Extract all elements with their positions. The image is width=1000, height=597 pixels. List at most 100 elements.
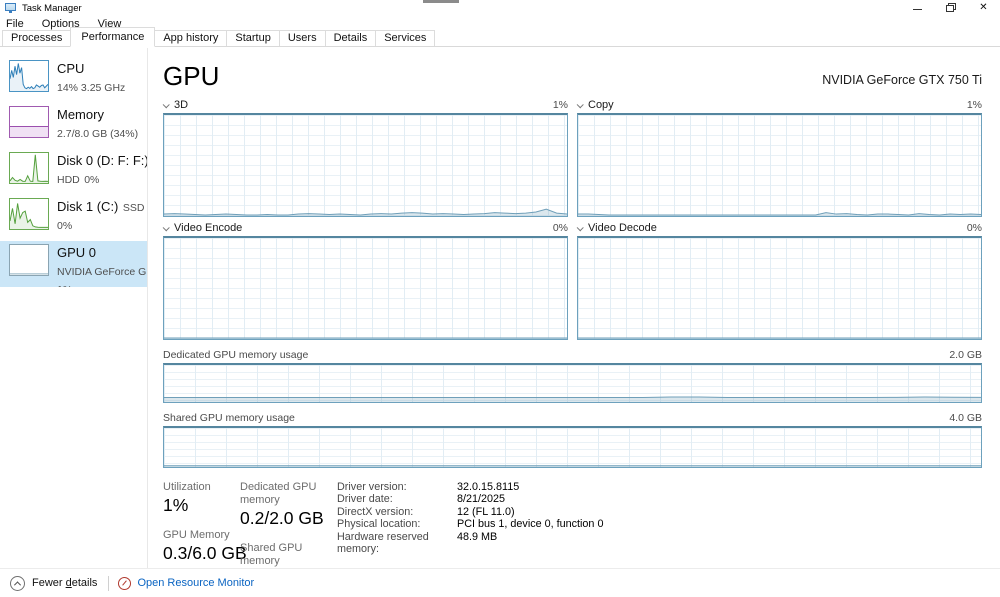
physical-location-value: PCI bus 1, device 0, function 0 xyxy=(457,518,604,531)
sidebar-item-disk1[interactable]: Disk 1 (C:) SSD 0% xyxy=(0,195,147,241)
chart-block-video-decode: Video Decode 0% xyxy=(576,221,982,340)
utilization-value: 1% xyxy=(163,495,189,515)
dedicated-gpu-memory-label: Dedicated GPU memory xyxy=(240,481,317,506)
minimize-icon xyxy=(913,9,922,10)
sidebar-cpu-stats: 14% 3.25 GHz xyxy=(57,82,126,94)
driver-version-value: 32.0.15.8115 xyxy=(457,481,520,493)
sidebar-disk0-type: HDD xyxy=(57,174,80,186)
shared-memory-section: Shared GPU memory usage 4.0 GB xyxy=(163,411,982,468)
shared-memory-label: Shared GPU memory usage xyxy=(163,411,295,424)
sidebar-disk1-name: Disk 1 (C:) xyxy=(57,199,119,214)
info-row: Driver date: 8/21/2025 xyxy=(337,493,603,505)
gpu-video-encode-graph xyxy=(163,236,568,340)
chart-video-decode-label: Video Decode xyxy=(588,222,657,234)
gpu-memory-value: 0.3/6.0 GB xyxy=(163,543,247,563)
content-area: CPU 14% 3.25 GHz Memory 2.7/8.0 GB (34%) xyxy=(0,48,1000,589)
window-title: Task Manager xyxy=(22,3,82,14)
resource-monitor-icon xyxy=(118,576,132,590)
hardware-reserved-memory-label: Hardware reserved memory: xyxy=(337,530,429,556)
chart-copy-percent: 1% xyxy=(966,99,982,111)
chevron-down-icon[interactable] xyxy=(162,223,170,231)
shared-gpu-memory-label: Shared GPU memory xyxy=(240,542,303,567)
chevron-down-icon[interactable] xyxy=(576,100,584,108)
tab-processes[interactable]: Processes xyxy=(2,30,72,46)
gpu-video-decode-graph xyxy=(577,236,982,340)
sidebar-disk1-usage: 0% xyxy=(57,220,73,232)
fewer-details-icon[interactable] xyxy=(10,575,25,591)
sidebar-disk0-name: Disk 0 (D: F: F:) xyxy=(57,153,147,168)
info-row: Hardware reserved memory: 48.9 MB xyxy=(337,531,603,556)
dedicated-memory-label: Dedicated GPU memory usage xyxy=(163,348,309,361)
footer-separator xyxy=(108,575,110,591)
gpu-memory-label: GPU Memory xyxy=(163,529,230,541)
disk1-thumbnail-chart xyxy=(9,198,49,230)
tab-performance[interactable]: Performance xyxy=(70,27,156,47)
sidebar-memory-stats: 2.7/8.0 GB (34%) xyxy=(57,128,139,140)
open-resource-monitor-link[interactable]: Open Resource Monitor xyxy=(137,577,254,589)
driver-date-label: Driver date: xyxy=(337,493,393,506)
hardware-reserved-memory-value: 48.9 MB xyxy=(457,530,498,543)
gpu-detail-panel: GPU NVIDIA GeForce GTX 750 Ti 3D 1% Copy… xyxy=(148,48,1000,589)
tab-details[interactable]: Details xyxy=(324,30,377,46)
chevron-up-icon xyxy=(13,580,22,588)
shared-memory-graph xyxy=(163,426,982,468)
sidebar-item-gpu0[interactable]: GPU 0 NVIDIA GeForce G... 1% xyxy=(0,241,147,287)
chart-video-encode-label: Video Encode xyxy=(174,222,243,234)
gpu0-thumbnail-chart xyxy=(9,244,49,276)
tab-services[interactable]: Services xyxy=(375,30,436,46)
close-icon: ✕ xyxy=(979,1,988,13)
sidebar-item-cpu[interactable]: CPU 14% 3.25 GHz xyxy=(0,57,147,103)
info-row: DirectX version: 12 (FL 11.0) xyxy=(337,506,603,518)
fewer-details-button[interactable]: Fewer details xyxy=(32,577,97,589)
footer-bar: Fewer details Open Resource Monitor xyxy=(0,568,1000,597)
sidebar-cpu-name: CPU xyxy=(57,61,85,76)
directx-version-label: DirectX version: xyxy=(337,505,414,518)
sidebar-gpu0-model: NVIDIA GeForce G... xyxy=(57,266,147,278)
tab-users[interactable]: Users xyxy=(278,30,326,46)
tab-bar: Processes Performance App history Startu… xyxy=(0,27,1000,47)
performance-sidebar: CPU 14% 3.25 GHz Memory 2.7/8.0 GB (34%) xyxy=(0,48,148,568)
chart-block-3d: 3D 1% xyxy=(162,98,568,217)
dedicated-memory-graph xyxy=(163,363,982,403)
chevron-down-icon[interactable] xyxy=(576,223,584,231)
task-manager-window: Task Manager ✕ File Options View Process… xyxy=(0,0,1000,597)
chevron-down-icon[interactable] xyxy=(162,100,170,108)
sidebar-item-memory[interactable]: Memory 2.7/8.0 GB (34%) xyxy=(0,103,147,149)
titlebar[interactable]: Task Manager ✕ xyxy=(0,0,1000,16)
restore-button[interactable] xyxy=(934,0,967,15)
minimize-button[interactable] xyxy=(901,0,934,15)
chart-copy-label: Copy xyxy=(588,99,614,111)
sidebar-item-disk0[interactable]: Disk 0 (D: F: F:) HDD 0% xyxy=(0,149,147,195)
chart-3d-label: 3D xyxy=(174,99,189,111)
dedicated-memory-section: Dedicated GPU memory usage 2.0 GB xyxy=(163,348,982,403)
info-row: Driver version: 32.0.15.8115 xyxy=(337,481,603,493)
disk0-thumbnail-chart xyxy=(9,152,49,184)
chart-video-encode-percent: 0% xyxy=(552,222,568,234)
chart-3d-percent: 1% xyxy=(552,99,568,111)
dedicated-gpu-memory-value: 0.2/2.0 GB xyxy=(240,508,324,528)
menu-file[interactable]: File xyxy=(6,18,24,30)
sidebar-memory-name: Memory xyxy=(57,107,104,122)
cpu-thumbnail-chart xyxy=(9,60,49,92)
chart-video-decode-percent: 0% xyxy=(966,222,982,234)
physical-location-label: Physical location: xyxy=(337,518,421,531)
gpu-3d-graph xyxy=(163,113,568,217)
tab-app-history[interactable]: App history xyxy=(154,30,228,46)
page-title: GPU xyxy=(163,61,220,91)
restore-icon xyxy=(945,2,956,12)
sidebar-disk0-usage: 0% xyxy=(84,174,100,186)
gpu-model-name: NVIDIA GeForce GTX 750 Ti xyxy=(822,73,982,87)
shared-memory-cap: 4.0 GB xyxy=(949,411,982,424)
chart-block-video-encode: Video Encode 0% xyxy=(162,221,568,340)
close-button[interactable]: ✕ xyxy=(967,0,1000,15)
directx-version-value: 12 (FL 11.0) xyxy=(457,505,515,518)
gpu-copy-graph xyxy=(577,113,982,217)
sidebar-gpu0-name: GPU 0 xyxy=(57,245,97,260)
tab-startup[interactable]: Startup xyxy=(226,30,280,46)
memory-thumbnail-chart xyxy=(9,106,49,138)
chart-block-copy: Copy 1% xyxy=(576,98,982,217)
dedicated-memory-cap: 2.0 GB xyxy=(949,348,982,361)
sidebar-disk1-type: SSD xyxy=(122,202,145,214)
driver-date-value: 8/21/2025 xyxy=(457,493,506,506)
screen-artifact xyxy=(423,0,459,3)
